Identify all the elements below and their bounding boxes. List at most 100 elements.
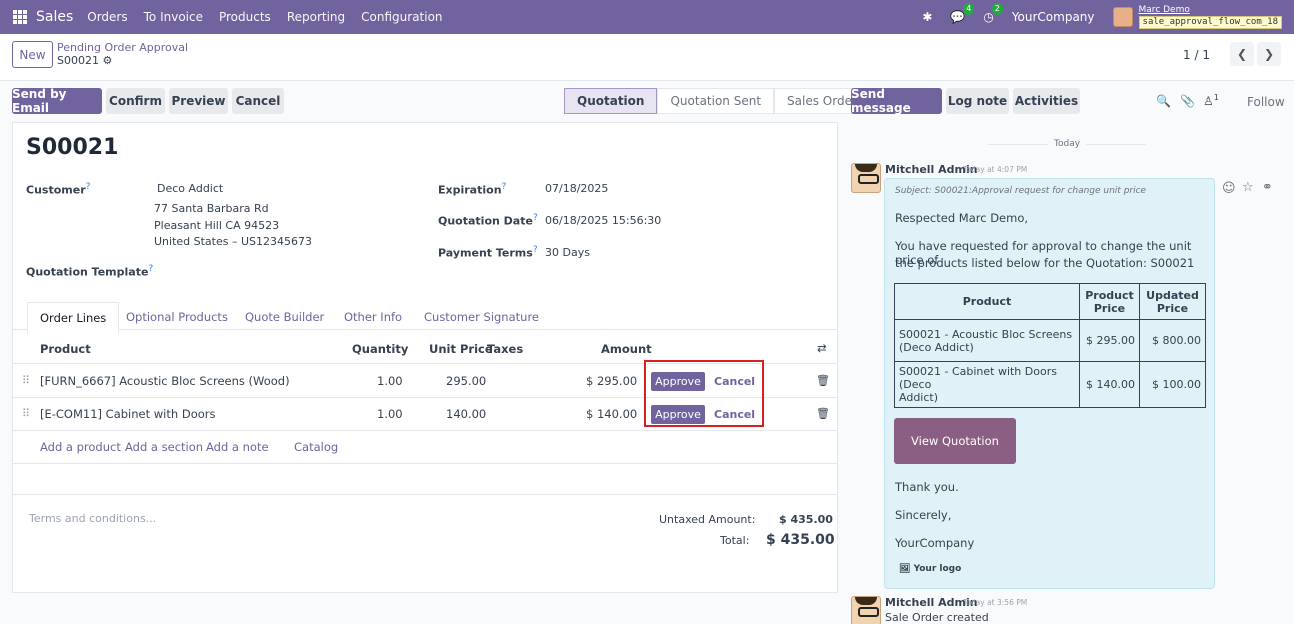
row-unit-price[interactable]: 295.00 — [446, 374, 486, 388]
pager-value[interactable]: 1 / 1 — [1183, 48, 1210, 62]
mail-thanks: Thank you. — [895, 480, 959, 494]
approval-row: S00021 - Acoustic Bloc Screens (Deco Addi… — [894, 319, 1206, 362]
view-quotation-button[interactable]: View Quotation — [894, 418, 1016, 464]
link-icon[interactable]: ⚭ — [1262, 180, 1273, 195]
gear-icon[interactable]: ⚙ — [102, 54, 112, 67]
user-name[interactable]: Marc Demo — [1139, 5, 1282, 16]
qdate-help[interactable]: ? — [533, 212, 538, 223]
status-quotation-sent[interactable]: Quotation Sent — [657, 88, 775, 114]
terms-help[interactable]: ? — [533, 244, 538, 255]
approval-row-updated: $ 800.00 — [1139, 319, 1206, 362]
approval-col-updated-price-l2: Price — [1156, 301, 1189, 315]
date-divider-left — [988, 144, 1048, 145]
drag-handle-icon[interactable]: ⠿ — [22, 407, 30, 420]
new-button[interactable]: New — [12, 41, 53, 68]
menu-configuration[interactable]: Configuration — [361, 10, 442, 24]
address-line-3: United States – US12345673 — [154, 235, 313, 248]
emoji-reaction-icon[interactable]: ☺ — [1222, 181, 1236, 196]
row-quantity[interactable]: 1.00 — [377, 407, 403, 421]
activities-button[interactable]: Activities — [1013, 88, 1080, 114]
breadcrumb-parent[interactable]: Pending Order Approval — [57, 41, 188, 54]
approval-row-product-l2: Addict) — [899, 391, 939, 404]
breadcrumb-current: S00021 ⚙ — [57, 54, 112, 67]
expiration-label-text: Expiration — [438, 183, 502, 197]
send-by-email-button[interactable]: Send by Email — [12, 87, 102, 115]
customer-field[interactable]: Deco Addict — [157, 182, 223, 195]
approval-row-product: S00021 - Cabinet with Doors (Deco Addict) — [894, 361, 1080, 408]
cancel-order-button[interactable]: Cancel — [232, 88, 284, 114]
approval-row-product: S00021 - Acoustic Bloc Screens (Deco Addi… — [894, 319, 1080, 362]
col-unit-price[interactable]: Unit Price — [429, 342, 493, 356]
user-avatar[interactable] — [1112, 7, 1133, 27]
approve-cancel-highlight — [644, 360, 764, 427]
mail-sincerely: Sincerely, — [895, 508, 952, 522]
mail-subject: Subject: S00021:Approval request for cha… — [895, 186, 1147, 196]
approval-row-product-l1: S00021 - Acoustic Bloc Screens — [899, 327, 1073, 341]
row-product[interactable]: [FURN_6667] Acoustic Bloc Screens (Wood) — [40, 374, 290, 388]
bug-icon[interactable]: ✱ — [922, 10, 932, 24]
menu-reporting[interactable]: Reporting — [287, 10, 345, 24]
col-taxes[interactable]: Taxes — [487, 342, 523, 356]
template-help[interactable]: ? — [148, 263, 153, 274]
expiration-help[interactable]: ? — [502, 181, 507, 192]
tab-order-lines[interactable]: Order Lines — [27, 302, 120, 334]
add-product-link[interactable]: Add a product — [40, 440, 121, 454]
tab-other-info[interactable]: Other Info — [344, 310, 402, 324]
terms-conditions-field[interactable]: Terms and conditions... — [29, 512, 156, 525]
row-unit-price[interactable]: 140.00 — [446, 407, 486, 421]
avatar[interactable] — [851, 163, 881, 193]
payment-terms-label-text: Payment Terms — [438, 246, 533, 260]
col-product[interactable]: Product — [40, 342, 91, 356]
row-amount: $ 140.00 — [586, 407, 638, 421]
search-icon[interactable]: 🔍 — [1156, 94, 1171, 108]
column-settings-icon[interactable]: ⇄ — [817, 341, 827, 355]
confirm-button[interactable]: Confirm — [106, 88, 165, 114]
log-note-button[interactable]: Log note — [946, 88, 1009, 114]
preview-button[interactable]: Preview — [169, 88, 228, 114]
app-name[interactable]: Sales — [36, 9, 73, 25]
tab-quote-builder[interactable]: Quote Builder — [245, 310, 324, 324]
breadcrumb-current-label: S00021 — [57, 54, 99, 67]
row-product[interactable]: [E-COM11] Cabinet with Doors — [40, 407, 215, 421]
attachment-icon[interactable]: 📎 — [1180, 94, 1195, 108]
add-section-link[interactable]: Add a section — [125, 440, 203, 454]
tab-optional-products[interactable]: Optional Products — [126, 310, 228, 324]
address-line-2: Pleasant Hill CA 94523 — [154, 219, 280, 232]
drag-handle-icon[interactable]: ⠿ — [22, 374, 30, 387]
col-amount[interactable]: Amount — [601, 342, 652, 356]
quotation-date-field[interactable]: 06/18/2025 15:56:30 — [545, 214, 661, 227]
message-time: Today at 3:56 PM — [963, 598, 1028, 607]
mail-logo-text: Your logo — [913, 564, 962, 574]
approval-col-updated-price-l1: Updated — [1146, 288, 1199, 302]
col-quantity[interactable]: Quantity — [352, 342, 408, 356]
status-bar: Quotation Quotation Sent Sales Order — [564, 88, 870, 114]
row-quantity[interactable]: 1.00 — [377, 374, 403, 388]
messages-badge: 4 — [963, 3, 975, 15]
pager-next-icon[interactable]: ❯ — [1257, 42, 1281, 66]
messages-icon[interactable]: 💬 4 — [950, 3, 975, 24]
menu-to-invoice[interactable]: To Invoice — [144, 10, 203, 24]
menu-products[interactable]: Products — [219, 10, 271, 24]
catalog-link[interactable]: Catalog — [294, 440, 338, 454]
tab-customer-signature[interactable]: Customer Signature — [424, 310, 539, 324]
approval-col-product: Product — [894, 283, 1080, 320]
send-message-button[interactable]: Send message — [851, 87, 942, 115]
menu-orders[interactable]: Orders — [87, 10, 127, 24]
payment-terms-label: Payment Terms? — [438, 244, 538, 260]
payment-terms-field[interactable]: 30 Days — [545, 246, 590, 259]
row-separator — [13, 430, 837, 431]
activities-icon[interactable]: ◷ 2 — [983, 3, 1003, 24]
company-switcher[interactable]: YourCompany — [1012, 10, 1095, 24]
pager-previous-icon[interactable]: ❮ — [1230, 42, 1254, 66]
customer-help[interactable]: ? — [86, 181, 91, 192]
trash-icon[interactable]: 🗑 — [816, 407, 830, 420]
avatar[interactable] — [851, 596, 881, 624]
follow-button[interactable]: Follow — [1247, 95, 1285, 109]
followers-icon[interactable]: ♙1 — [1203, 93, 1219, 108]
add-note-link[interactable]: Add a note — [206, 440, 269, 454]
apps-menu-icon[interactable] — [13, 10, 27, 24]
expiration-field[interactable]: 07/18/2025 — [545, 182, 608, 195]
trash-icon[interactable]: 🗑 — [816, 374, 830, 387]
status-quotation[interactable]: Quotation — [564, 88, 658, 114]
star-icon[interactable]: ☆ — [1242, 180, 1254, 195]
